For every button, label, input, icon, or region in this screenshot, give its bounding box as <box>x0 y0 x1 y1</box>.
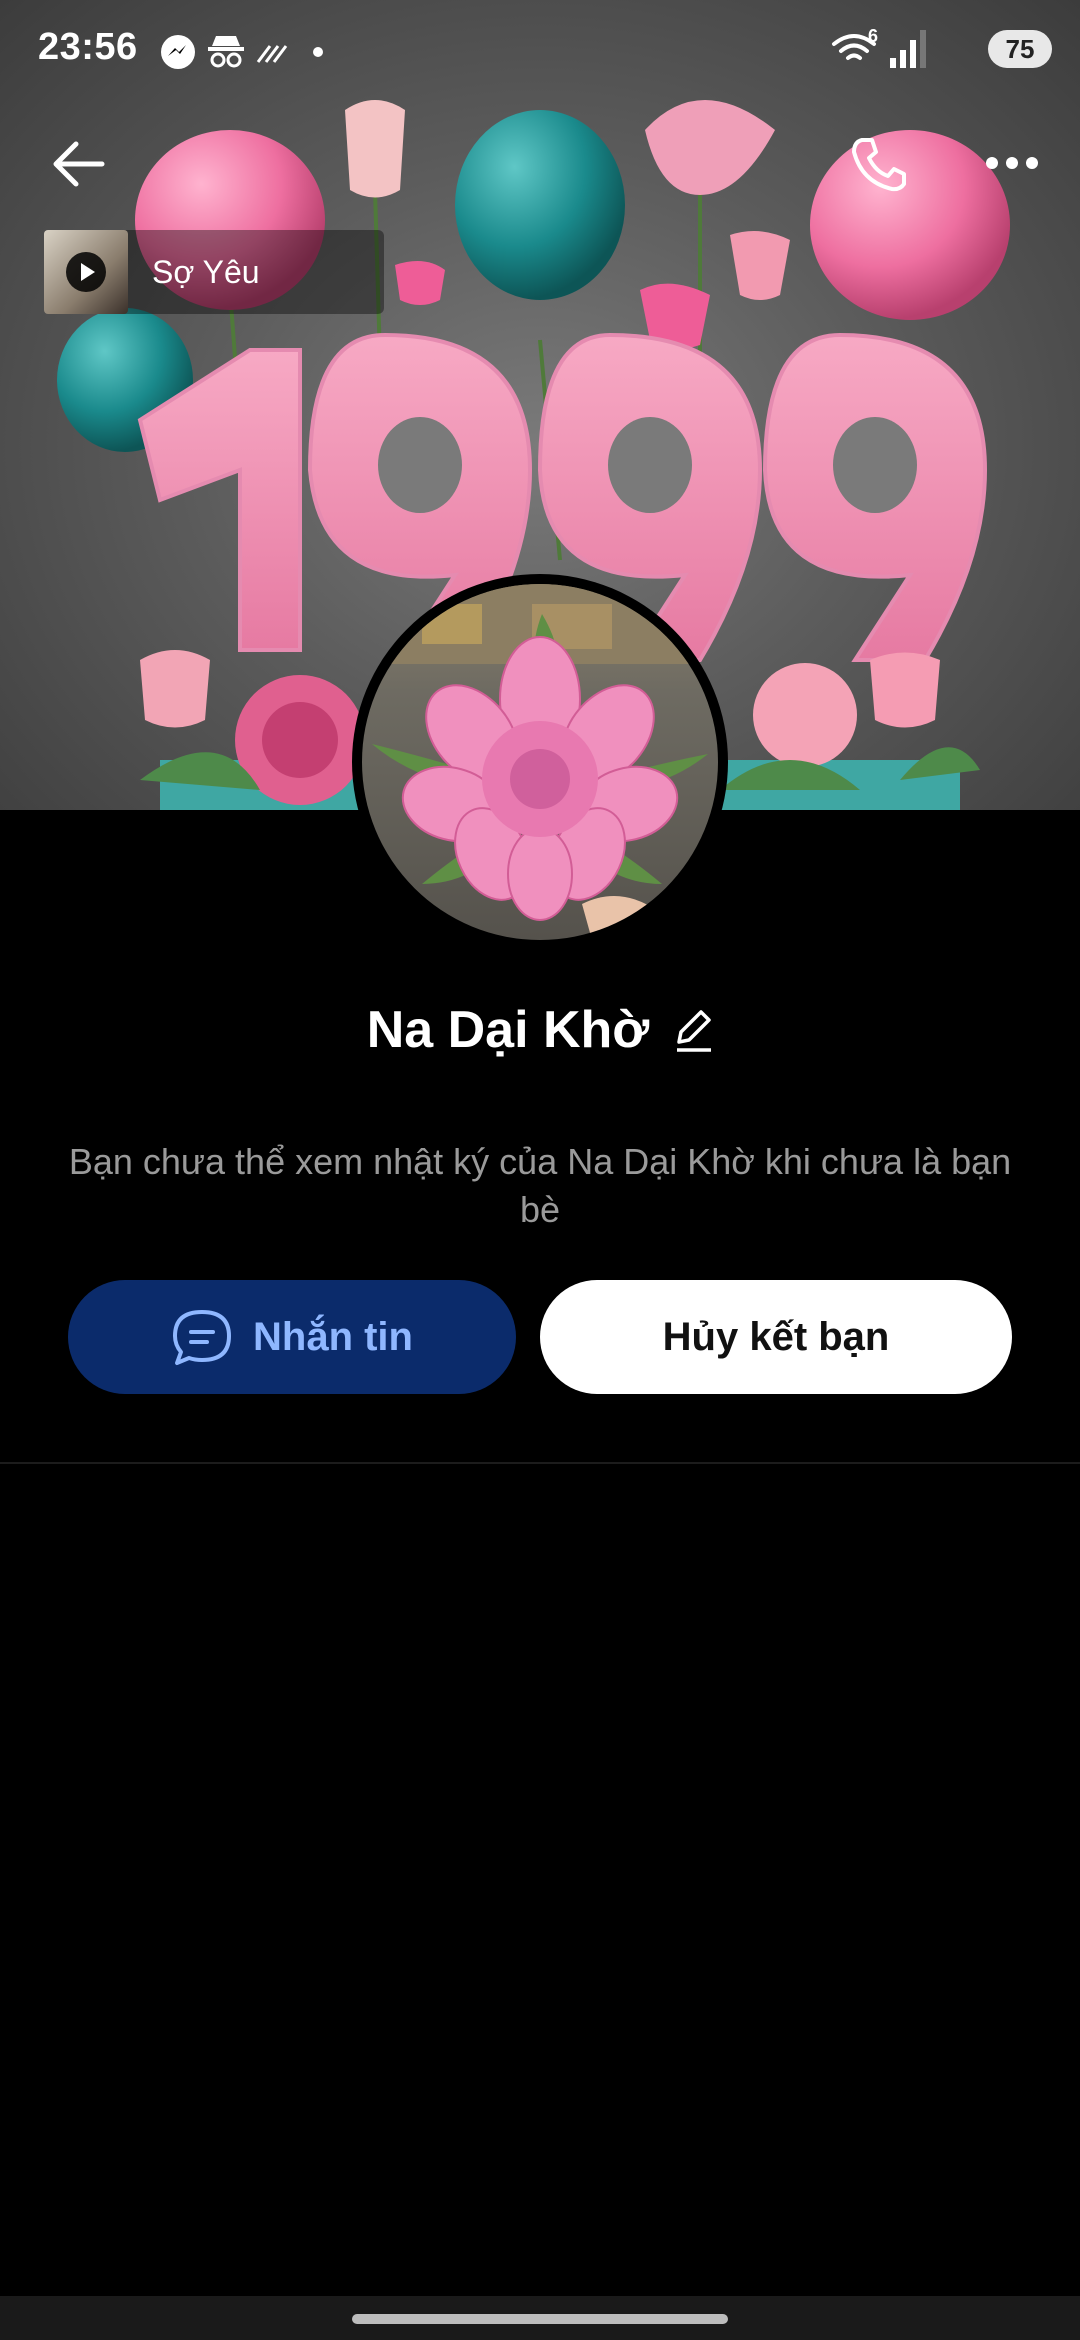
play-icon[interactable] <box>66 252 106 292</box>
friend-note: Bạn chưa thể xem nhật ký của Na Dại Khờ … <box>68 1141 1012 1230</box>
profile-screen: 23:56 6 75 Sợ Yêu Na Dại Khờ Bạn chưa th… <box>0 0 1080 2340</box>
status-bar: 23:56 6 75 <box>0 0 1080 100</box>
profile-music[interactable]: Sợ Yêu <box>44 230 384 314</box>
arrow-left-icon <box>53 141 105 187</box>
phone-icon <box>852 138 906 192</box>
unfriend-button[interactable]: Hủy kết bạn <box>540 1280 1012 1394</box>
battery-indicator: 75 <box>988 30 1052 68</box>
call-button[interactable] <box>848 134 908 194</box>
status-right-icons: 6 <box>832 28 926 68</box>
dot-icon <box>313 47 323 57</box>
status-left-icons <box>161 35 323 69</box>
home-indicator[interactable] <box>352 2314 728 2324</box>
name-row: Na Dại Khờ <box>0 1000 1080 1060</box>
unfriend-button-label: Hủy kết bạn <box>662 1314 890 1359</box>
back-button[interactable] <box>46 136 110 192</box>
profile-name: Na Dại Khờ <box>366 1001 650 1059</box>
lotus-bouquet-illustration <box>362 584 718 940</box>
signal-icon <box>890 30 926 68</box>
avatar-image <box>362 584 718 940</box>
section-divider <box>0 1462 1080 1464</box>
more-button[interactable] <box>984 148 1040 178</box>
more-horizontal-icon <box>986 157 1038 169</box>
stripes-icon <box>256 45 288 63</box>
message-button-label: Nhắn tin <box>253 1314 413 1359</box>
avatar[interactable] <box>352 574 728 950</box>
music-title: Sợ Yêu <box>152 253 260 290</box>
status-time: 23:56 <box>38 26 138 68</box>
music-thumbnail <box>44 230 128 314</box>
chat-bubble-icon <box>173 1310 231 1365</box>
message-button[interactable]: Nhắn tin <box>68 1280 516 1394</box>
messenger-icon <box>161 35 195 69</box>
pencil-icon[interactable] <box>673 1006 713 1054</box>
incognito-icon <box>208 36 244 68</box>
wifi-badge: 6 <box>868 28 878 46</box>
